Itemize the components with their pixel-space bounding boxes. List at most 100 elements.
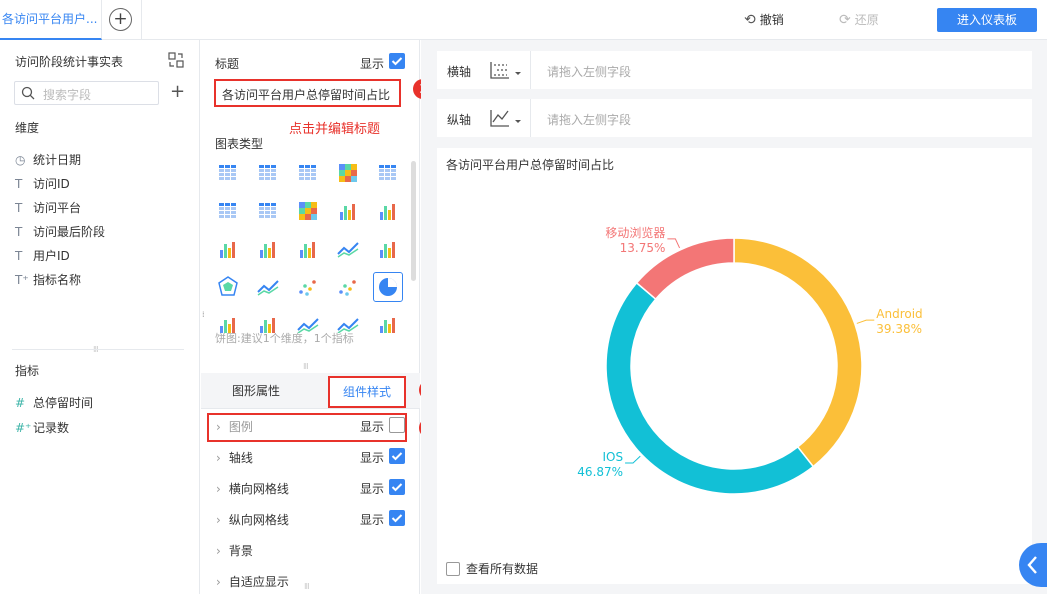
slice-name-label: 移动浏览器 <box>605 225 665 240</box>
style-tabs: 图形属性 组件样式 <box>201 373 420 409</box>
dimension-field[interactable]: ◷ 统计日期 <box>15 151 81 168</box>
prop-label: 横向网格线 <box>228 482 289 496</box>
axis-settings-icon[interactable] <box>489 60 523 80</box>
view-all-data-checkbox[interactable]: 查看所有数据 <box>446 560 538 577</box>
divider <box>530 99 531 137</box>
redo-button[interactable]: ⟳ 还原 <box>839 11 879 29</box>
field-label: 统计日期 <box>33 153 82 167</box>
resize-handle-icon[interactable]: ⁝⁝⁝ <box>303 362 309 371</box>
scatter-icon[interactable] <box>295 274 321 300</box>
divider <box>12 349 184 350</box>
column-chart-icon[interactable] <box>215 236 241 262</box>
resize-handle-icon[interactable]: ⁞ <box>202 310 204 319</box>
prop-show-checkbox[interactable] <box>389 479 405 495</box>
prop-label: 背景 <box>228 544 253 558</box>
x-axis-placeholder: 请拖入左侧字段 <box>547 65 632 79</box>
area-chart-icon[interactable] <box>255 274 281 300</box>
tab-widget[interactable]: 各访问平台用户... <box>0 0 102 40</box>
check-icon <box>391 57 403 66</box>
kpi-card-icon[interactable] <box>255 198 281 224</box>
label-leader-line <box>625 455 641 464</box>
metric-field[interactable]: #⁺ 记录数 <box>15 419 69 436</box>
tab-graph-attributes[interactable]: 图形属性 <box>201 373 311 409</box>
chart-type-scrollbar[interactable] <box>411 161 416 281</box>
detail-table-icon[interactable] <box>295 160 321 186</box>
bar-chart-icon[interactable] <box>375 198 401 224</box>
y-axis-placeholder: 请拖入左侧字段 <box>547 113 632 127</box>
dimension-field[interactable]: T 访问最后阶段 <box>15 223 105 240</box>
combo-chart-icon[interactable] <box>375 236 401 262</box>
prop-show-checkbox[interactable] <box>389 417 405 433</box>
waterfall-icon[interactable] <box>295 236 321 262</box>
add-tab-button[interactable]: + <box>109 8 132 31</box>
switch-dataset-icon[interactable] <box>168 52 184 68</box>
enter-dashboard-button[interactable]: 进入仪表板 <box>937 8 1037 32</box>
style-prop-row[interactable]: › 轴线 <box>216 449 253 466</box>
slice-name-label: Android <box>876 307 922 321</box>
color-block-icon[interactable] <box>335 160 361 186</box>
title-show-checkbox[interactable] <box>389 53 405 69</box>
search-input[interactable]: 搜索字段 <box>14 81 159 105</box>
pie-slice[interactable] <box>605 281 815 495</box>
metrics-header: 指标 <box>15 364 40 378</box>
add-field-button[interactable]: + <box>170 81 185 103</box>
style-prop-row[interactable]: › 自适应显示 <box>216 573 289 590</box>
field-label: 访问平台 <box>33 201 82 215</box>
stacked-bar-icon[interactable] <box>255 236 281 262</box>
style-prop-row[interactable]: › 横向网格线 <box>216 480 289 497</box>
view-all-data-label: 查看所有数据 <box>466 562 539 576</box>
title-input[interactable]: 各访问平台用户总停留时间占比 <box>214 79 401 107</box>
text-type-icon: T <box>15 225 23 239</box>
field-label: 记录数 <box>33 421 70 435</box>
collapse-panel-button[interactable] <box>1019 543 1047 587</box>
grouped-bar-icon[interactable] <box>335 198 361 224</box>
prop-show-label: 显示 <box>360 513 385 527</box>
line-chart-icon[interactable] <box>335 236 361 262</box>
check-icon <box>391 483 403 492</box>
title-label: 标题 <box>215 57 240 71</box>
undo-button[interactable]: ⟲ 撤销 <box>744 11 784 29</box>
slice-value-label: 39.38% <box>876 322 922 336</box>
undo-label: 撤销 <box>759 13 784 27</box>
chart-area: 横轴 请拖入左侧字段 纵轴 请拖入左侧字段 各访问平台用户总停留时间占比 And… <box>421 40 1047 594</box>
style-prop-row[interactable]: › 背景 <box>216 542 253 559</box>
check-icon <box>391 514 403 523</box>
pie-chart-icon[interactable] <box>373 272 403 302</box>
pie-slice[interactable] <box>733 237 863 468</box>
chevron-right-icon: › <box>216 575 221 589</box>
gauge-icon[interactable] <box>375 312 401 333</box>
prop-label: 纵向网格线 <box>228 513 289 527</box>
metric-field[interactable]: # 总停留时间 <box>15 394 93 411</box>
tab-component-style[interactable]: 组件样式 <box>328 376 406 408</box>
heatmap-icon[interactable] <box>295 198 321 224</box>
dimensions-header: 维度 <box>15 121 40 135</box>
prop-show-label: 显示 <box>360 420 385 434</box>
text-type-icon: T <box>15 249 23 263</box>
cross-table-icon[interactable] <box>255 160 281 186</box>
prop-show-checkbox[interactable] <box>389 448 405 464</box>
x-axis-drop-zone[interactable]: 横轴 请拖入左侧字段 <box>437 51 1032 89</box>
field-panel: 访问阶段统计事实表 搜索字段 + 维度 ◷ 统计日期 T 访问ID T 访问平台 T 访问最后… <box>0 40 200 594</box>
kpi-icon[interactable] <box>375 160 401 186</box>
dimension-field[interactable]: T 访问ID <box>15 175 70 192</box>
prop-show-checkbox[interactable] <box>389 510 405 526</box>
prop-show-label: 显示 <box>360 451 385 465</box>
style-prop-row[interactable]: › 图例 <box>216 418 253 435</box>
divider <box>530 51 531 89</box>
chevron-left-icon <box>1027 556 1037 574</box>
resize-handle-icon[interactable]: ⁝⁝⁝ <box>304 582 310 591</box>
bubble-icon[interactable] <box>335 274 361 300</box>
text-calc-icon: T⁺ <box>15 273 29 287</box>
y-axis-drop-zone[interactable]: 纵轴 请拖入左侧字段 <box>437 99 1032 137</box>
style-prop-row[interactable]: › 纵向网格线 <box>216 511 289 528</box>
checkbox-box <box>446 562 460 576</box>
radar-icon[interactable] <box>215 274 241 300</box>
axis-settings-icon[interactable] <box>489 108 523 128</box>
dimension-field[interactable]: T 访问平台 <box>15 199 81 216</box>
number-type-icon: # <box>15 396 26 410</box>
kpi-table-icon[interactable] <box>215 198 241 224</box>
dimension-field[interactable]: T 用户ID <box>15 247 70 264</box>
table-icon[interactable] <box>215 160 241 186</box>
chevron-right-icon: › <box>216 451 221 465</box>
dimension-field[interactable]: T⁺ 指标名称 <box>15 271 81 288</box>
